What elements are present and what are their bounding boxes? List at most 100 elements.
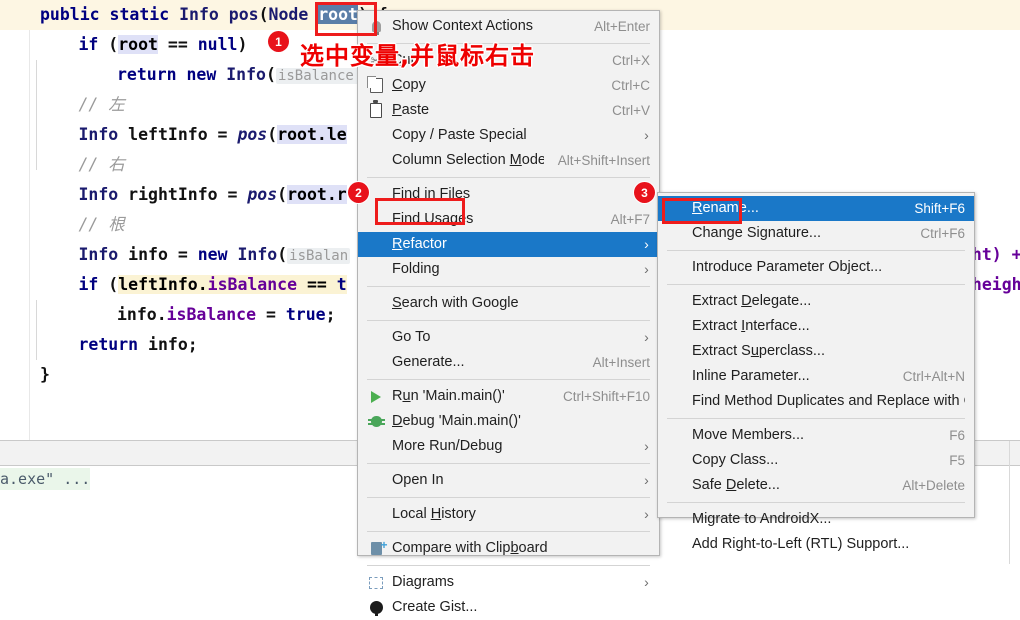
copy-icon bbox=[366, 76, 386, 94]
code-line[interactable]: return info; bbox=[78, 330, 197, 360]
code-token: public bbox=[40, 5, 100, 24]
code-token: } bbox=[40, 365, 50, 384]
indent-guide bbox=[36, 60, 37, 170]
icon-placeholder bbox=[366, 473, 386, 489]
menu-item-diagrams[interactable]: Diagrams › bbox=[358, 570, 659, 595]
menu-separator bbox=[367, 379, 650, 380]
code-token: root bbox=[318, 5, 358, 24]
console-output-text: a.exe" ... bbox=[0, 468, 91, 490]
menu-item-extract-delegate[interactable]: Extract Delegate... bbox=[658, 289, 974, 314]
menu-separator bbox=[367, 497, 650, 498]
code-line[interactable]: } bbox=[40, 360, 50, 390]
menu-item-rename[interactable]: Rename... Shift+F6 bbox=[658, 196, 974, 221]
submenu-arrow-icon: › bbox=[644, 438, 649, 454]
code-token: true bbox=[285, 305, 326, 324]
menu-item-generate[interactable]: Generate... Alt+Insert bbox=[358, 350, 659, 375]
menu-item-folding[interactable]: Folding › bbox=[358, 257, 659, 282]
code-token: Info bbox=[78, 185, 119, 204]
menu-item-copy-class[interactable]: Copy Class... F5 bbox=[658, 448, 974, 473]
menu-separator bbox=[367, 531, 650, 532]
code-token: Node bbox=[268, 5, 309, 24]
clipboard-compare-icon bbox=[366, 539, 388, 557]
menu-item-find-in-files[interactable]: Find in Files bbox=[358, 182, 659, 207]
menu-item-label: Change Signature... bbox=[692, 225, 821, 241]
code-token: info = bbox=[118, 245, 198, 264]
menu-item-shortcut: F6 bbox=[949, 428, 965, 443]
code-line[interactable]: Info rightInfo = pos(root.r bbox=[78, 180, 347, 210]
menu-item-debug-main-main[interactable]: Debug 'Main.main()' bbox=[358, 409, 659, 434]
code-line[interactable]: Info leftInfo = pos(root.le bbox=[78, 120, 347, 150]
code-line[interactable]: if (leftInfo.isBalance == t bbox=[78, 270, 347, 300]
code-line[interactable]: info.isBalance = true; bbox=[117, 300, 336, 330]
code-token: ( bbox=[98, 35, 119, 54]
gutter-divider bbox=[29, 0, 30, 440]
menu-item-label: Copy bbox=[392, 77, 426, 93]
code-token: ( bbox=[98, 275, 119, 294]
menu-item-create-gist[interactable]: Create Gist... bbox=[358, 595, 659, 620]
menu-item-copy-paste-special[interactable]: Copy / Paste Special › bbox=[358, 123, 659, 148]
menu-item-more-run-debug[interactable]: More Run/Debug › bbox=[358, 434, 659, 459]
icon-placeholder bbox=[366, 262, 386, 278]
code-token: // 根 bbox=[78, 215, 125, 234]
menu-item-inline-parameter[interactable]: Inline Parameter... Ctrl+Alt+N bbox=[658, 364, 974, 389]
menu-item-search-with-google[interactable]: Search with Google bbox=[358, 291, 659, 316]
menu-item-refactor[interactable]: Refactor › bbox=[358, 232, 659, 257]
menu-item-label: Safe Delete... bbox=[692, 477, 780, 493]
menu-item-copy[interactable]: Copy Ctrl+C bbox=[358, 73, 659, 98]
menu-item-open-in[interactable]: Open In › bbox=[358, 468, 659, 493]
menu-item-compare-with-clipboard[interactable]: Compare with Clipboard bbox=[358, 536, 659, 561]
menu-item-column-selection-mode[interactable]: Column Selection Mode Alt+Shift+Insert bbox=[358, 148, 659, 173]
code-token: isBalan bbox=[287, 248, 351, 264]
menu-item-extract-interface[interactable]: Extract Interface... bbox=[658, 314, 974, 339]
icon-placeholder bbox=[366, 153, 386, 169]
menu-item-shortcut: Shift+F6 bbox=[914, 201, 965, 216]
menu-item-add-right-to-left-rtl-support[interactable]: Add Right-to-Left (RTL) Support... bbox=[658, 532, 974, 557]
menu-item-find-method-duplicates-and-replace-with-calls[interactable]: Find Method Duplicates and Replace with … bbox=[658, 389, 974, 414]
code-token: pos bbox=[247, 185, 278, 204]
code-token: return bbox=[116, 65, 177, 84]
menu-item-extract-superclass[interactable]: Extract Superclass... bbox=[658, 339, 974, 364]
icon-placeholder bbox=[366, 330, 386, 346]
menu-item-local-history[interactable]: Local History › bbox=[358, 502, 659, 527]
code-line[interactable]: public static Info pos(Node root) { bbox=[40, 0, 388, 30]
code-line[interactable]: // 右 bbox=[78, 150, 124, 180]
menu-item-move-members[interactable]: Move Members... F6 bbox=[658, 423, 974, 448]
menu-item-safe-delete[interactable]: Safe Delete... Alt+Delete bbox=[658, 473, 974, 498]
code-token: pos bbox=[237, 125, 268, 144]
menu-item-shortcut: Alt+Insert bbox=[592, 355, 650, 370]
menu-item-introduce-parameter-object[interactable]: Introduce Parameter Object... bbox=[658, 255, 974, 280]
editor-context-menu[interactable]: Show Context Actions Alt+Enter ✂ Cut Ctrl+X C… bbox=[357, 10, 660, 616]
submenu-arrow-icon: › bbox=[644, 506, 649, 522]
code-line[interactable]: // 左 bbox=[78, 90, 124, 120]
menu-item-label: Find Usages bbox=[392, 211, 474, 227]
icon-placeholder bbox=[366, 212, 386, 228]
code-token: rightInfo = bbox=[118, 185, 248, 204]
menu-item-label: Paste bbox=[392, 102, 430, 118]
menu-item-label: Inline Parameter... bbox=[692, 368, 810, 384]
run-icon bbox=[366, 389, 386, 405]
console-right-edge bbox=[1009, 441, 1010, 564]
menu-item-shortcut: Ctrl+F6 bbox=[920, 226, 965, 241]
indent-guide bbox=[36, 300, 37, 360]
menu-item-shortcut: Ctrl+V bbox=[612, 103, 650, 118]
code-token: null bbox=[197, 35, 238, 54]
menu-item-find-usages[interactable]: Find Usages Alt+F7 bbox=[358, 207, 659, 232]
code-token: Info bbox=[237, 245, 278, 264]
submenu-arrow-icon: › bbox=[644, 329, 649, 345]
code-line[interactable]: // 根 bbox=[78, 210, 124, 240]
menu-item-label: More Run/Debug bbox=[392, 438, 503, 454]
github-icon bbox=[366, 600, 386, 616]
menu-item-run-main-main[interactable]: Run 'Main.main()' Ctrl+Shift+F10 bbox=[358, 384, 659, 409]
code-line[interactable]: Info info = new Info(isBalan bbox=[78, 240, 351, 270]
menu-item-migrate-to-androidx[interactable]: Migrate to AndroidX... bbox=[658, 507, 974, 532]
menu-item-go-to[interactable]: Go To › bbox=[358, 325, 659, 350]
menu-separator bbox=[667, 250, 965, 251]
menu-item-label: Copy / Paste Special bbox=[392, 127, 527, 143]
annotation-badge-1: 1 bbox=[268, 31, 289, 52]
menu-item-label: Refactor bbox=[392, 236, 447, 252]
code-line[interactable]: if (root == null) bbox=[78, 30, 247, 60]
refactor-submenu[interactable]: Rename... Shift+F6 Change Signature... Ctrl… bbox=[657, 192, 975, 552]
menu-item-paste[interactable]: Paste Ctrl+V bbox=[358, 98, 659, 123]
menu-item-change-signature[interactable]: Change Signature... Ctrl+F6 bbox=[658, 221, 974, 246]
